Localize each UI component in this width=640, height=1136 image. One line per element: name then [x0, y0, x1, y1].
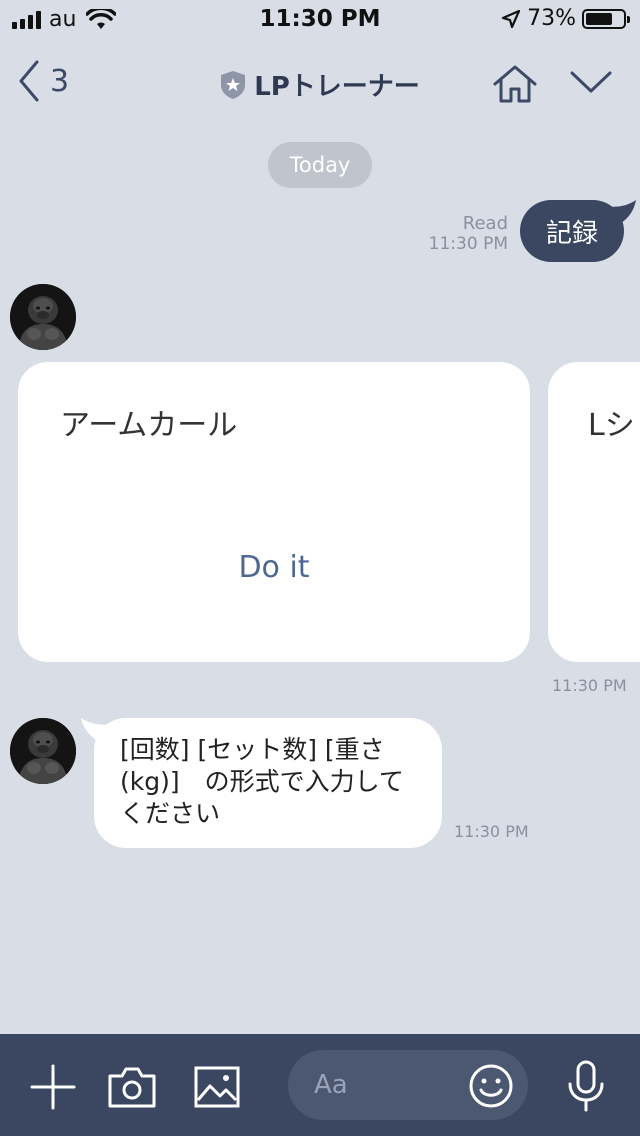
date-separator: Today: [268, 142, 372, 188]
chat-title-text: LPトレーナー: [254, 72, 420, 102]
battery-percent: 73%: [527, 6, 576, 31]
cards-time: 11:30 PM: [552, 676, 627, 695]
received-message-bubble[interactable]: [回数] [セット数] [重さ (kg)] の形式で入力して ください: [94, 718, 442, 848]
battery-icon: [582, 8, 630, 29]
message-line: [回数] [セット数] [重さ: [120, 735, 385, 764]
card-title: Lシ: [588, 408, 635, 443]
emoji-button[interactable]: [468, 1063, 514, 1113]
microphone-icon: [568, 1060, 604, 1112]
location-arrow-icon: [501, 9, 521, 28]
carousel-card: アームカール Do it: [18, 362, 530, 662]
input-bar: Aa: [0, 1034, 640, 1136]
sent-message-bubble[interactable]: 記録: [520, 200, 624, 262]
bot-avatar[interactable]: [10, 718, 76, 784]
read-receipt: Read: [462, 213, 508, 234]
image-icon: [194, 1066, 240, 1108]
bot-avatar[interactable]: [10, 284, 76, 350]
sent-time: 11:30 PM: [428, 234, 508, 254]
battery-fill: [586, 12, 613, 25]
smiley-icon: [469, 1064, 513, 1108]
camera-icon: [108, 1067, 156, 1108]
carousel-card-next[interactable]: Lシ: [548, 362, 640, 662]
menu-toggle-button[interactable]: [570, 70, 612, 98]
camera-button[interactable]: [108, 1066, 156, 1112]
chevron-down-icon: [570, 71, 612, 93]
message-line: (kg)] の形式で入力して: [120, 767, 404, 796]
plus-button[interactable]: [30, 1064, 76, 1114]
message-line: ください: [120, 799, 221, 828]
nav-bar: 3 LPトレーナー: [0, 40, 640, 128]
plus-icon: [30, 1064, 76, 1110]
gorilla-avatar-image: [10, 284, 76, 350]
do-it-button[interactable]: Do it: [18, 550, 530, 585]
mic-button[interactable]: [566, 1060, 606, 1116]
home-button[interactable]: [492, 64, 538, 108]
official-shield-icon: [221, 70, 246, 99]
image-button[interactable]: [194, 1066, 240, 1112]
status-bar: au 11:30 PM 73%: [0, 0, 640, 40]
gorilla-avatar-image: [10, 718, 76, 784]
sent-meta: Read 11:30 PM: [428, 213, 508, 255]
card-title: アームカール: [60, 408, 238, 443]
received-time: 11:30 PM: [454, 822, 529, 841]
home-icon: [493, 65, 537, 103]
chat-title: LPトレーナー: [0, 66, 640, 103]
